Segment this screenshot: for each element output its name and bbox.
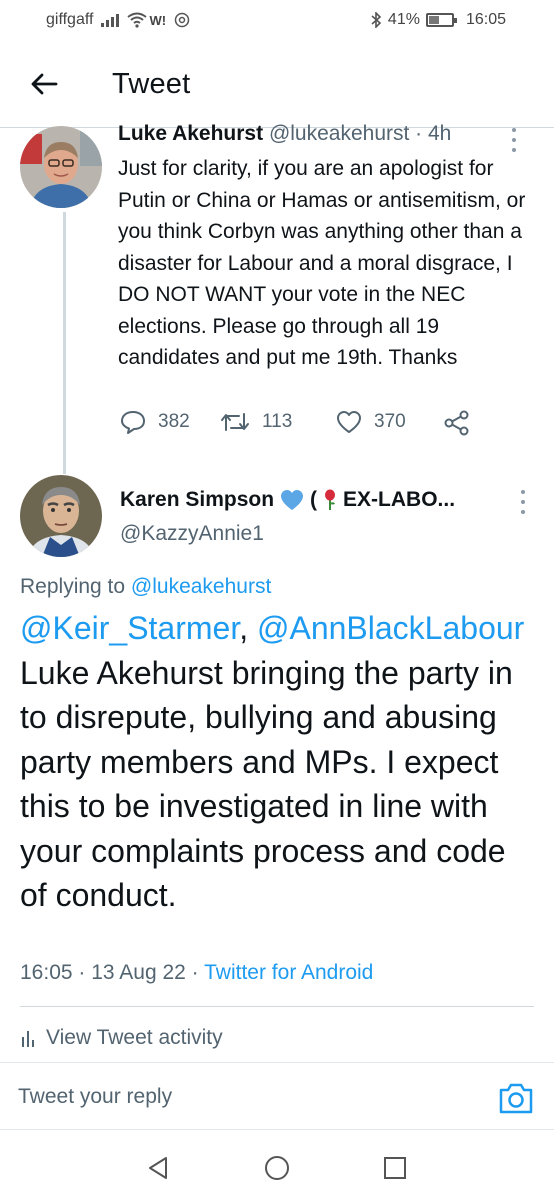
replying-prefix: Replying to [20, 575, 126, 598]
author-name[interactable]: Luke Akehurst [118, 122, 263, 145]
avatar[interactable] [20, 126, 102, 208]
cellular-signal-icon [101, 13, 120, 27]
like-button[interactable]: 370 [336, 410, 406, 434]
tweet-text: @Keir_Starmer, @AnnBlackLabour Luke Akeh… [20, 606, 540, 918]
back-button[interactable] [22, 62, 66, 106]
tweet-header: Luke Akehurst @lukeakehurst · 4h [118, 122, 451, 146]
replying-to-handle-link[interactable]: @lukeakehurst [131, 575, 271, 598]
rose-icon [325, 489, 336, 510]
camera-icon [499, 1083, 533, 1114]
view-tweet-activity-button[interactable]: View Tweet activity [20, 1026, 223, 1050]
at-sign-icon [174, 12, 190, 28]
reply-icon [121, 411, 145, 434]
battery-fill [428, 16, 439, 24]
status-right: 41% 16:05 [371, 11, 506, 29]
mention-link[interactable]: @Keir_Starmer [20, 610, 239, 646]
author-name-paren: ( [310, 488, 318, 511]
divider [20, 1006, 534, 1007]
system-navigation-bar [0, 1131, 554, 1200]
heart-icon [337, 411, 361, 433]
nav-recents-button[interactable] [380, 1153, 410, 1183]
battery-percent: 41% [387, 11, 420, 28]
clock: 16:05 [465, 11, 506, 28]
camera-button[interactable] [498, 1081, 534, 1115]
tweet-date: 13 Aug 22 [91, 961, 186, 984]
retweet-count: 113 [262, 411, 293, 432]
arrow-left-icon [31, 73, 58, 95]
more-options-icon[interactable] [509, 128, 519, 152]
status-bar: giffgaff W! 41% 16:05 [0, 0, 554, 40]
replying-to: Replying to @lukeakehurst [20, 575, 271, 599]
more-options-icon[interactable] [518, 490, 528, 514]
source-link[interactable]: Twitter for Android [204, 961, 373, 984]
reply-count: 382 [158, 411, 190, 432]
reply-bar [0, 1062, 554, 1130]
author-handle[interactable]: @KazzyAnnie1 [120, 522, 264, 546]
wifi-icon [127, 12, 148, 28]
blue-heart-icon [281, 490, 304, 510]
mention-separator: , [239, 610, 249, 646]
carrier-label: giffgaff [46, 11, 94, 28]
author-name-tail: EX-LABO... [343, 488, 456, 511]
reply-button[interactable]: 382 [120, 410, 190, 434]
page-header: Tweet [0, 40, 554, 128]
tweet-metadata: 16:05 · 13 Aug 22 · Twitter for Android [20, 961, 373, 985]
share-icon [444, 410, 469, 436]
meta-separator: · [409, 122, 428, 145]
author-name[interactable]: Karen Simpson ( EX-LABO... [120, 488, 455, 512]
avatar[interactable] [20, 475, 102, 557]
nav-home-button[interactable] [262, 1153, 292, 1183]
square-recents-icon [384, 1157, 406, 1179]
thread-connector-line [63, 212, 66, 474]
retweet-button[interactable]: 113 [220, 410, 292, 434]
author-handle[interactable]: @lukeakehurst [269, 122, 409, 145]
tweet-text: Just for clarity, if you are an apologis… [118, 157, 526, 369]
analytics-icon [22, 1031, 34, 1047]
meta-separator: · [185, 961, 205, 984]
tweet-time-ago[interactable]: 4h [428, 122, 451, 145]
nav-back-button[interactable] [144, 1153, 174, 1183]
circle-home-icon [265, 1156, 289, 1180]
share-button[interactable] [444, 410, 470, 436]
tweet-actions: 382 113 370 [118, 410, 498, 442]
wifi-label: W! [149, 12, 167, 28]
meta-separator: · [72, 961, 92, 984]
luke-avatar-image [20, 126, 102, 208]
battery-icon [425, 13, 457, 27]
like-count: 370 [374, 411, 406, 432]
retweet-icon [221, 413, 249, 431]
reply-input[interactable] [18, 1085, 458, 1109]
bluetooth-icon [371, 12, 382, 28]
mention-link[interactable]: @AnnBlackLabour [257, 610, 524, 646]
page-title: Tweet [112, 68, 191, 100]
author-name-main: Karen Simpson [120, 488, 275, 511]
triangle-back-icon [149, 1157, 167, 1179]
view-tweet-activity-label: View Tweet activity [46, 1026, 223, 1049]
tweet-time: 16:05 [20, 961, 73, 984]
status-left: giffgaff W! [46, 11, 190, 29]
karen-avatar-image [20, 475, 102, 557]
tweet-body: Luke Akehurst bringing the party in to d… [20, 654, 513, 914]
